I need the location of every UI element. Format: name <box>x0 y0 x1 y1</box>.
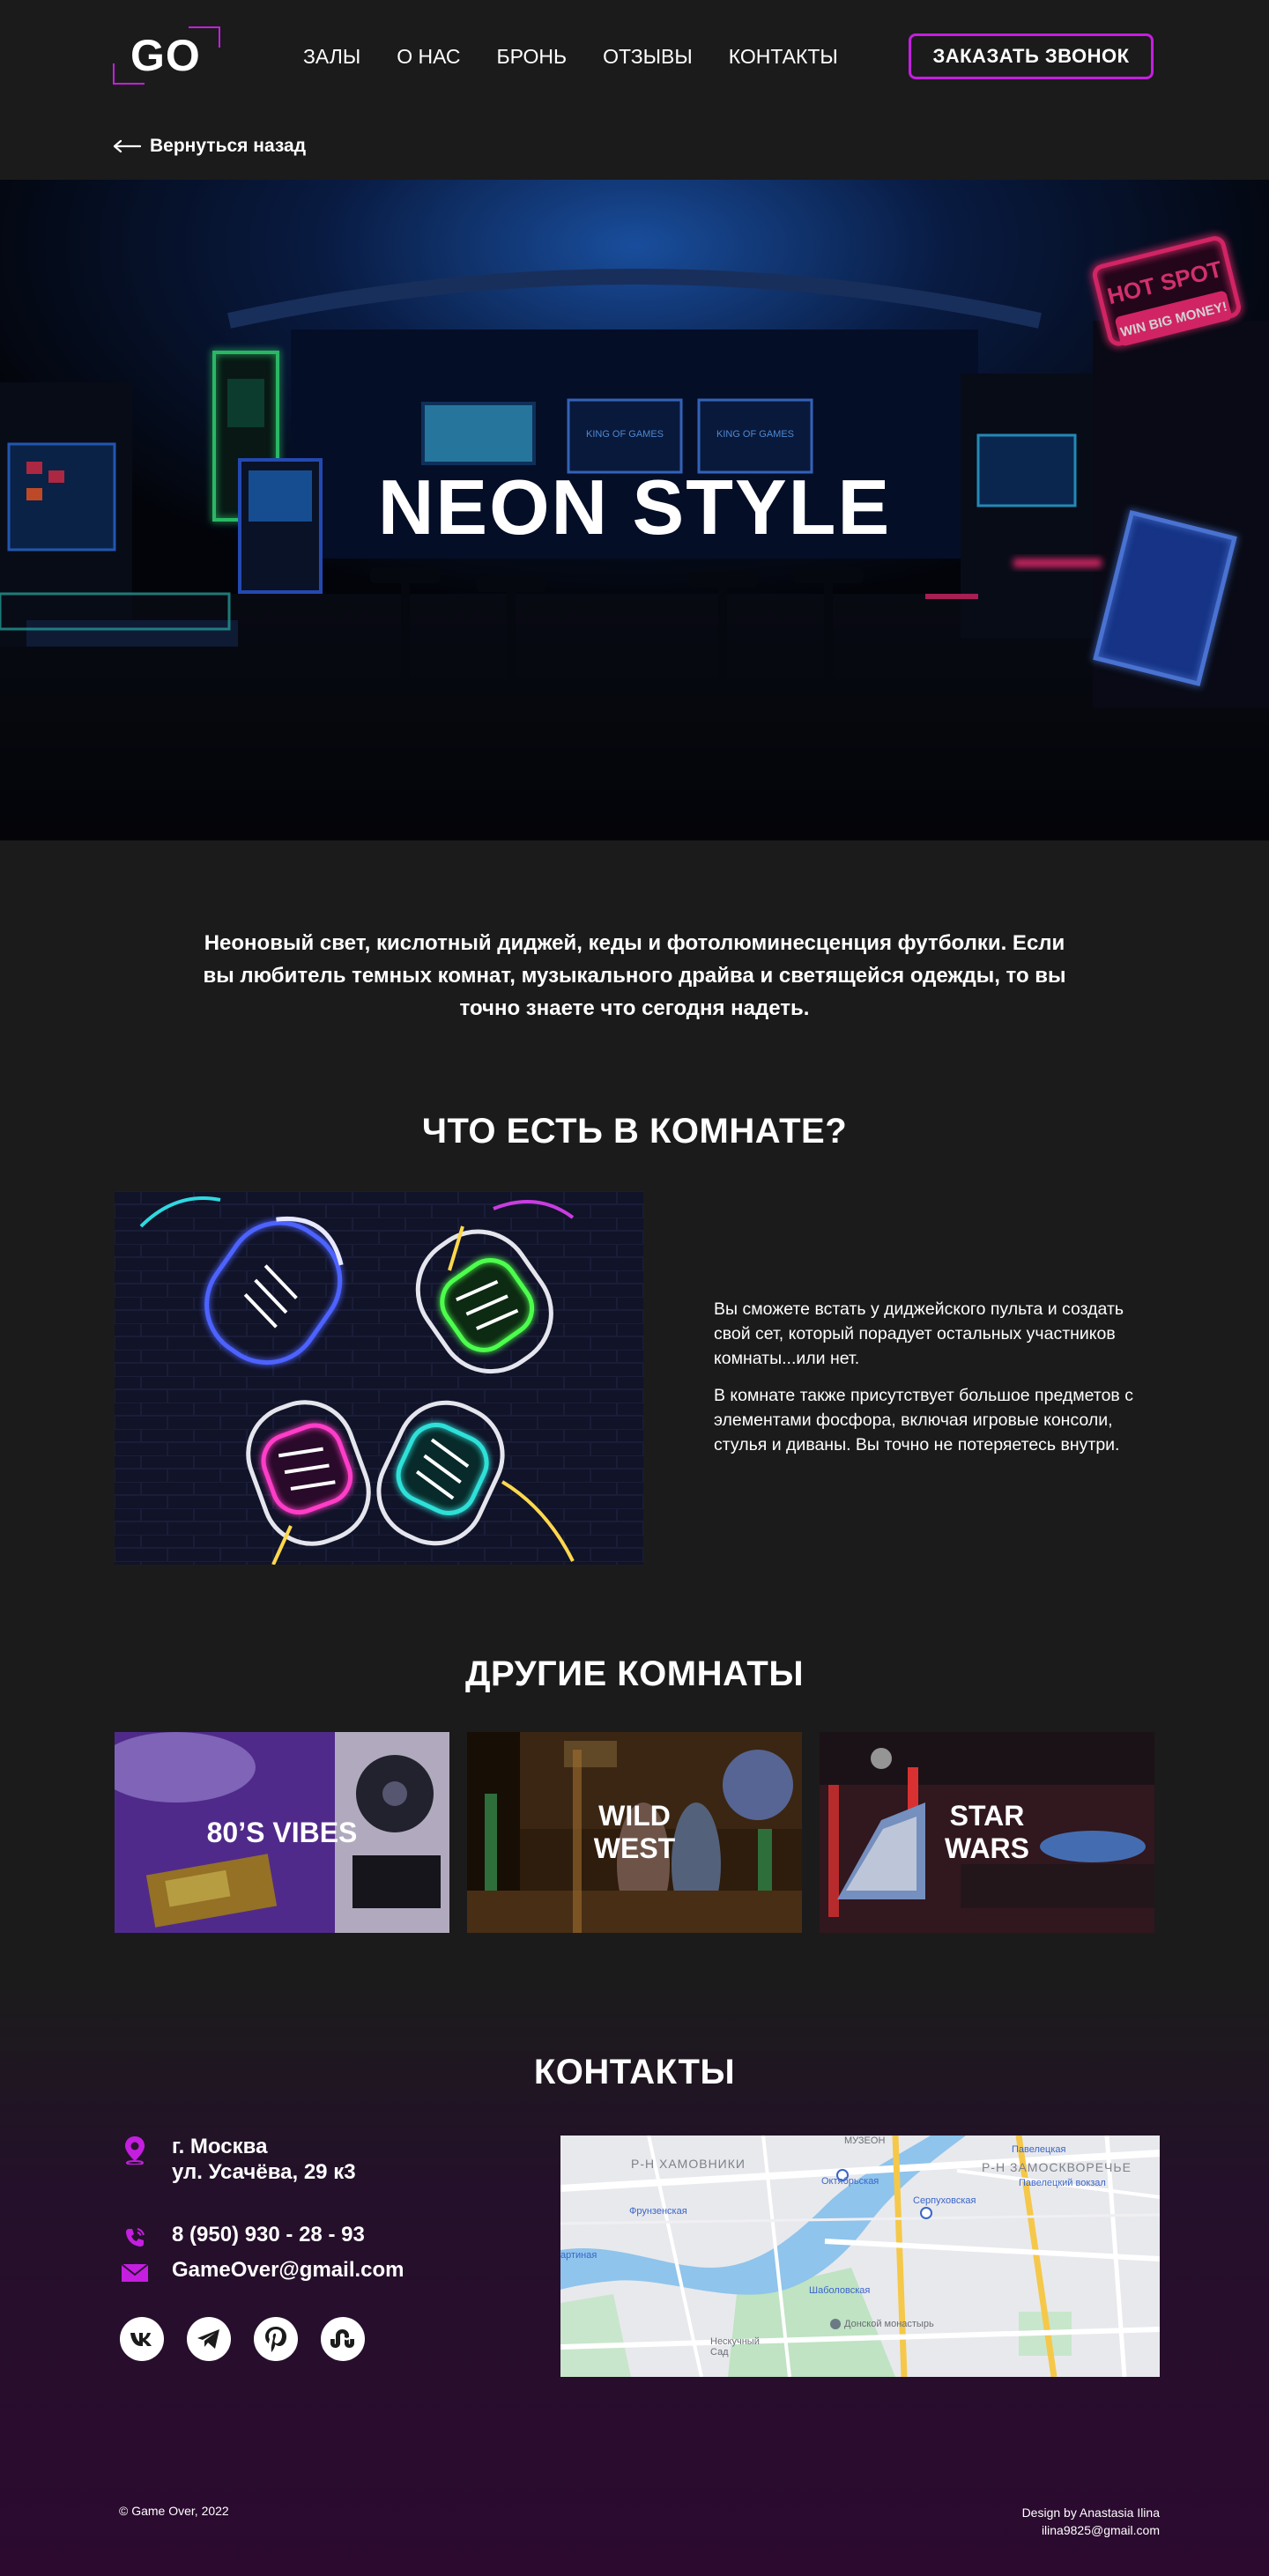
stumbleupon-icon <box>330 2329 354 2348</box>
map-label: Фрунзенская <box>629 2206 687 2217</box>
pinterest-button[interactable] <box>254 2317 298 2361</box>
main-nav: ЗАЛЫ О НАС БРОНЬ ОТЗЫВЫ КОНТАКТЫ <box>303 44 874 69</box>
telegram-icon <box>197 2329 219 2349</box>
location-map[interactable]: Р-Н ХАМОВНИКИ Р-Н ЗАМОСКВОРЕЧЬЕ МУЗЕОН О… <box>560 2136 1160 2377</box>
room-card-80s[interactable]: 80’S VIBES <box>115 1732 449 1933</box>
mail-icon <box>119 2257 151 2289</box>
nav-item-about[interactable]: О НАС <box>397 44 460 69</box>
vk-icon <box>130 2333 152 2346</box>
back-link[interactable]: Вернуться назад <box>113 136 306 157</box>
address-street: ул. Усачёва, 29 к3 <box>172 2160 356 2184</box>
address: г. Москва ул. Усачёва, 29 к3 <box>119 2134 356 2185</box>
room-card-wild-west[interactable]: WILD WEST <box>467 1732 802 1933</box>
map-label: Серпуховская <box>913 2195 976 2206</box>
email[interactable]: GameOver@gmail.com <box>119 2257 404 2289</box>
map-label: Р-Н ЗАМОСКВОРЕЧЬЕ <box>982 2160 1132 2174</box>
logo-text: GO <box>130 31 201 80</box>
room-card-label: 80’S VIBES <box>206 1816 358 1848</box>
location-pin-icon <box>119 2134 151 2165</box>
nav-item-reviews[interactable]: ОТЗЫВЫ <box>603 44 693 69</box>
pinterest-icon <box>265 2327 286 2352</box>
logo[interactable]: GO <box>113 26 224 85</box>
nav-item-contacts[interactable]: КОНТАКТЫ <box>729 44 838 69</box>
intro-text: Неоновый свет, кислотный диджей, кеды и … <box>203 931 1066 1020</box>
email-address: GameOver@gmail.com <box>172 2258 404 2282</box>
telegram-button[interactable] <box>187 2317 231 2361</box>
room-section-title: ЧТО ЕСТЬ В КОМНАТЕ? <box>421 1112 848 1151</box>
map-label: МУЗЕОН <box>844 2136 886 2146</box>
hero-banner: KING OF GAMES KING OF GAMES HOT SPOT WIN… <box>0 180 1269 840</box>
room-description: Вы сможете встать у диджейского пульта и… <box>714 1297 1154 1469</box>
room-paragraph: В комнате также присутствует большое пре… <box>714 1386 1133 1455</box>
map-label: Нескучный Сад <box>710 2336 760 2358</box>
order-call-button[interactable]: ЗАКАЗАТЬ ЗВОНОК <box>909 33 1154 79</box>
designer-email[interactable]: ilina9825@gmail.com <box>1022 2521 1160 2539</box>
copyright: © Game Over, 2022 <box>119 2504 229 2518</box>
map-label: Шаболовская <box>809 2285 871 2296</box>
neon-sneakers-image <box>115 1191 643 1565</box>
room-card-label: WILD WEST <box>593 1800 676 1864</box>
designer-name: Design by Anastasia Ilina <box>1021 2506 1160 2520</box>
map-label: Октябрьская <box>821 2176 879 2187</box>
header: GO ЗАЛЫ О НАС БРОНЬ ОТЗЫВЫ КОНТАКТЫ ЗАКА… <box>0 0 1269 156</box>
phone[interactable]: 8 (950) 930 - 28 - 93 <box>119 2222 365 2254</box>
map-label: Павелецкая <box>1012 2144 1066 2155</box>
phone-icon <box>119 2222 151 2254</box>
address-city: г. Москва <box>172 2135 268 2158</box>
map-label: Донской монастырь <box>844 2319 934 2329</box>
map-label: Р-Н ХАМОВНИКИ <box>631 2157 746 2171</box>
phone-number: 8 (950) 930 - 28 - 93 <box>172 2223 365 2247</box>
hero-title: NEON STYLE <box>377 463 892 551</box>
room-paragraph: Вы сможете встать у диджейского пульта и… <box>714 1299 1124 1368</box>
contacts-title: КОНТАКТЫ <box>533 2053 736 2091</box>
nav-item-halls[interactable]: ЗАЛЫ <box>303 44 360 69</box>
map-label: Павелецкий вокзал <box>1019 2178 1106 2188</box>
room-card-label: STAR WARS <box>945 1800 1029 1864</box>
arrow-left-icon <box>113 139 141 153</box>
nav-item-booking[interactable]: БРОНЬ <box>497 44 568 69</box>
design-credit: Design by Anastasia Ilina ilina9825@gmai… <box>1022 2504 1160 2539</box>
room-card-star-wars[interactable]: STAR WARS <box>820 1732 1154 1933</box>
back-link-label: Вернуться назад <box>150 136 307 156</box>
map-label: артиная <box>560 2250 597 2261</box>
vk-button[interactable] <box>120 2317 164 2361</box>
stumbleupon-button[interactable] <box>321 2317 365 2361</box>
other-rooms-title: ДРУГИЕ КОМНАТЫ <box>465 1654 804 1693</box>
